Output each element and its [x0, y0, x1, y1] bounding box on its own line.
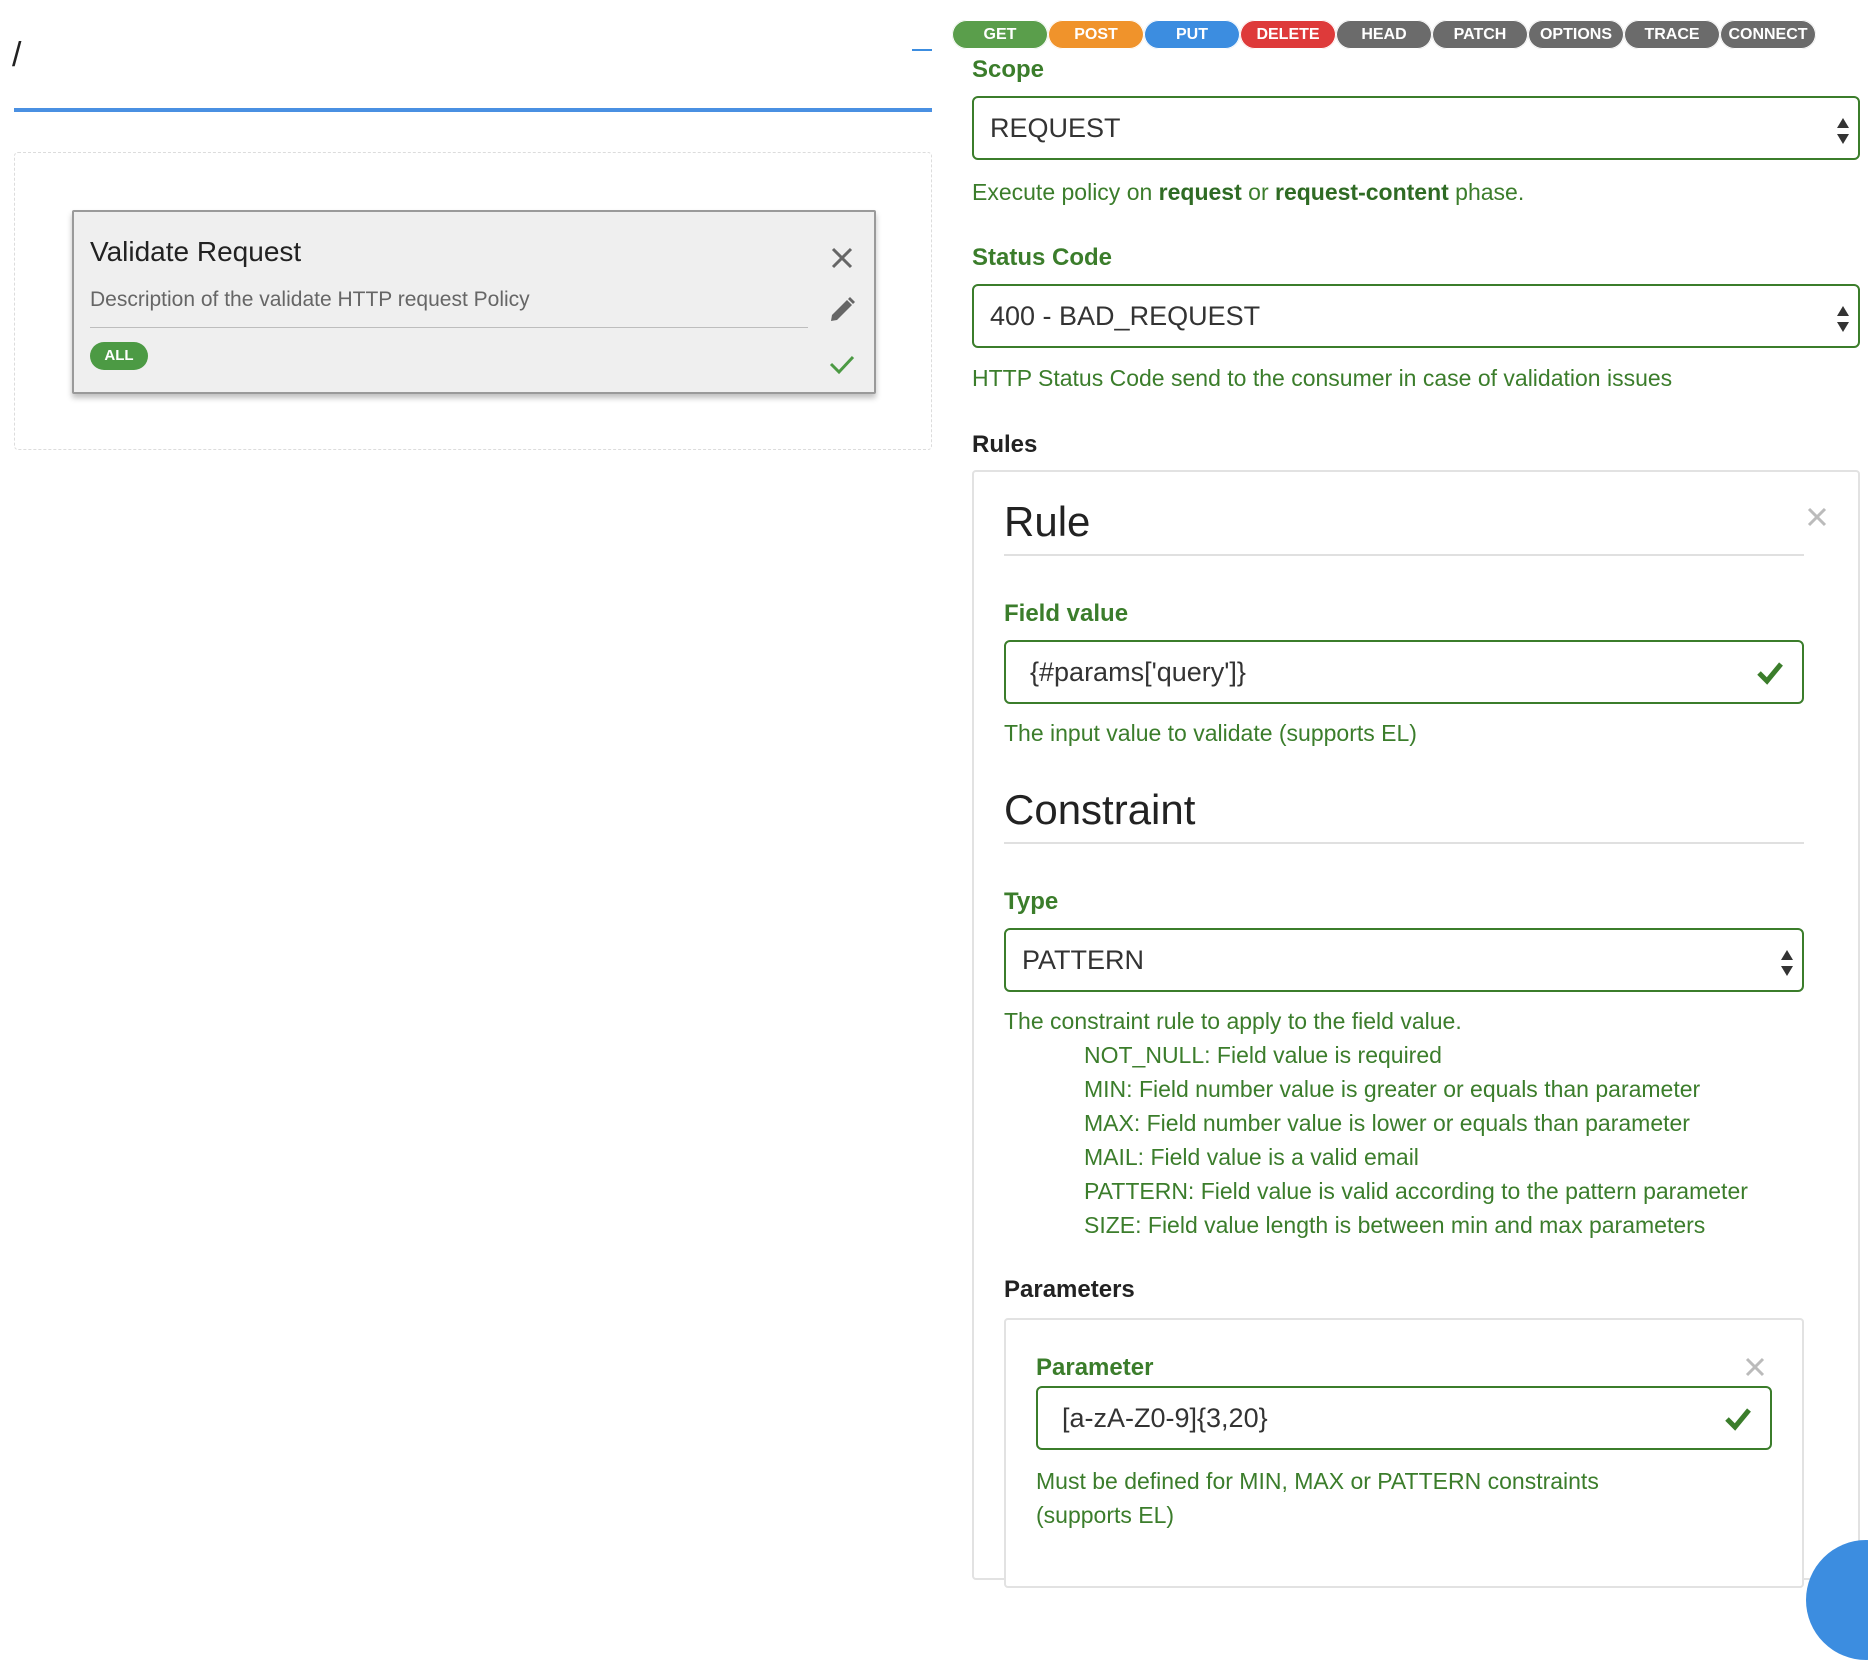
scope-help: Execute policy on request or request-con… — [972, 179, 1525, 205]
type-help: The constraint rule to apply to the fiel… — [1004, 1008, 1462, 1034]
parameter-help-line1: Must be defined for MIN, MAX or PATTERN … — [1036, 1468, 1599, 1494]
rule-title: Rule — [1004, 498, 1091, 545]
sort-arrows-icon — [1837, 306, 1849, 332]
close-icon[interactable] — [1806, 506, 1828, 528]
method-connect[interactable]: CONNECT — [1720, 20, 1816, 49]
path-underline — [14, 108, 932, 112]
parameter-value: [a-zA-Z0-9]{3,20} — [1062, 1403, 1268, 1433]
field-value-input[interactable]: {#params['query']} — [1004, 640, 1804, 704]
policy-name: Validate Request — [90, 236, 302, 267]
type-option-help-mail: MAIL: Field value is a valid email — [1084, 1144, 1419, 1170]
method-put[interactable]: PUT — [1144, 20, 1240, 49]
status-code-select[interactable]: 400 - BAD_REQUEST — [972, 284, 1860, 348]
method-delete[interactable]: DELETE — [1240, 20, 1336, 49]
rule-divider — [1004, 554, 1804, 556]
method-head[interactable]: HEAD — [1336, 20, 1432, 49]
rule-panel: Rule Field value {#params['query']} The … — [972, 470, 1860, 1588]
status-code-value: 400 - BAD_REQUEST — [990, 301, 1261, 331]
type-option-help-not-null: NOT_NULL: Field value is required — [1084, 1042, 1442, 1068]
parameter-input[interactable]: [a-zA-Z0-9]{3,20} — [1036, 1386, 1772, 1450]
scope-value: REQUEST — [990, 113, 1121, 143]
type-option-help-size: SIZE: Field value length is between min … — [1084, 1212, 1706, 1238]
constraint-divider — [1004, 842, 1804, 844]
checkmark-icon — [1725, 1408, 1751, 1431]
sort-arrows-icon — [1837, 118, 1849, 144]
method-post[interactable]: POST — [1048, 20, 1144, 49]
flow-path-title: / — [12, 36, 22, 74]
status-code-help: HTTP Status Code send to the consumer in… — [972, 365, 1673, 391]
type-value: PATTERN — [1022, 945, 1145, 975]
scope-label: Scope — [972, 56, 1045, 83]
method-patch[interactable]: PATCH — [1432, 20, 1528, 49]
field-value-text: {#params['query']} — [1030, 657, 1246, 687]
parameter-help-line2: (supports EL) — [1036, 1502, 1175, 1528]
pencil-icon[interactable] — [826, 294, 858, 326]
type-option-help-max: MAX: Field number value is lower or equa… — [1084, 1110, 1690, 1136]
constraint-title: Constraint — [1004, 786, 1196, 833]
policy-description: Description of the validate HTTP request… — [90, 288, 530, 311]
policy-methods-badge: ALL — [90, 342, 148, 370]
method-trace[interactable]: TRACE — [1624, 20, 1720, 49]
parameter-panel: Parameter [a-zA-Z0-9]{3,20} Must be defi… — [1004, 1318, 1804, 1588]
type-option-help-pattern: PATTERN: Field value is valid according … — [1084, 1178, 1748, 1204]
method-get[interactable]: GET — [952, 20, 1048, 49]
method-options[interactable]: OPTIONS — [1528, 20, 1624, 49]
type-option-help-min: MIN: Field number value is greater or eq… — [1084, 1076, 1701, 1102]
rules-label: Rules — [972, 431, 1038, 458]
status-code-label: Status Code — [972, 244, 1113, 271]
collapse-button[interactable] — [912, 49, 932, 51]
type-select[interactable]: PATTERN — [1004, 928, 1804, 992]
close-icon[interactable] — [1744, 1356, 1766, 1378]
type-label: Type — [1004, 888, 1059, 915]
checkmark-icon — [1757, 662, 1783, 685]
policy-divider — [90, 327, 808, 328]
field-value-help: The input value to validate (supports EL… — [1004, 720, 1417, 746]
field-value-label: Field value — [1004, 600, 1129, 627]
close-icon[interactable] — [826, 242, 858, 274]
parameter-label: Parameter — [1036, 1354, 1154, 1381]
check-icon[interactable] — [826, 348, 858, 380]
scope-select[interactable]: REQUEST — [972, 96, 1860, 160]
http-methods-bar: GET POST PUT DELETE HEAD PATCH OPTIONS T… — [952, 20, 1816, 50]
sort-arrows-icon — [1781, 950, 1793, 976]
parameters-label: Parameters — [1004, 1276, 1135, 1303]
policy-card-validate-request[interactable]: Validate Request Description of the vali… — [72, 210, 876, 394]
